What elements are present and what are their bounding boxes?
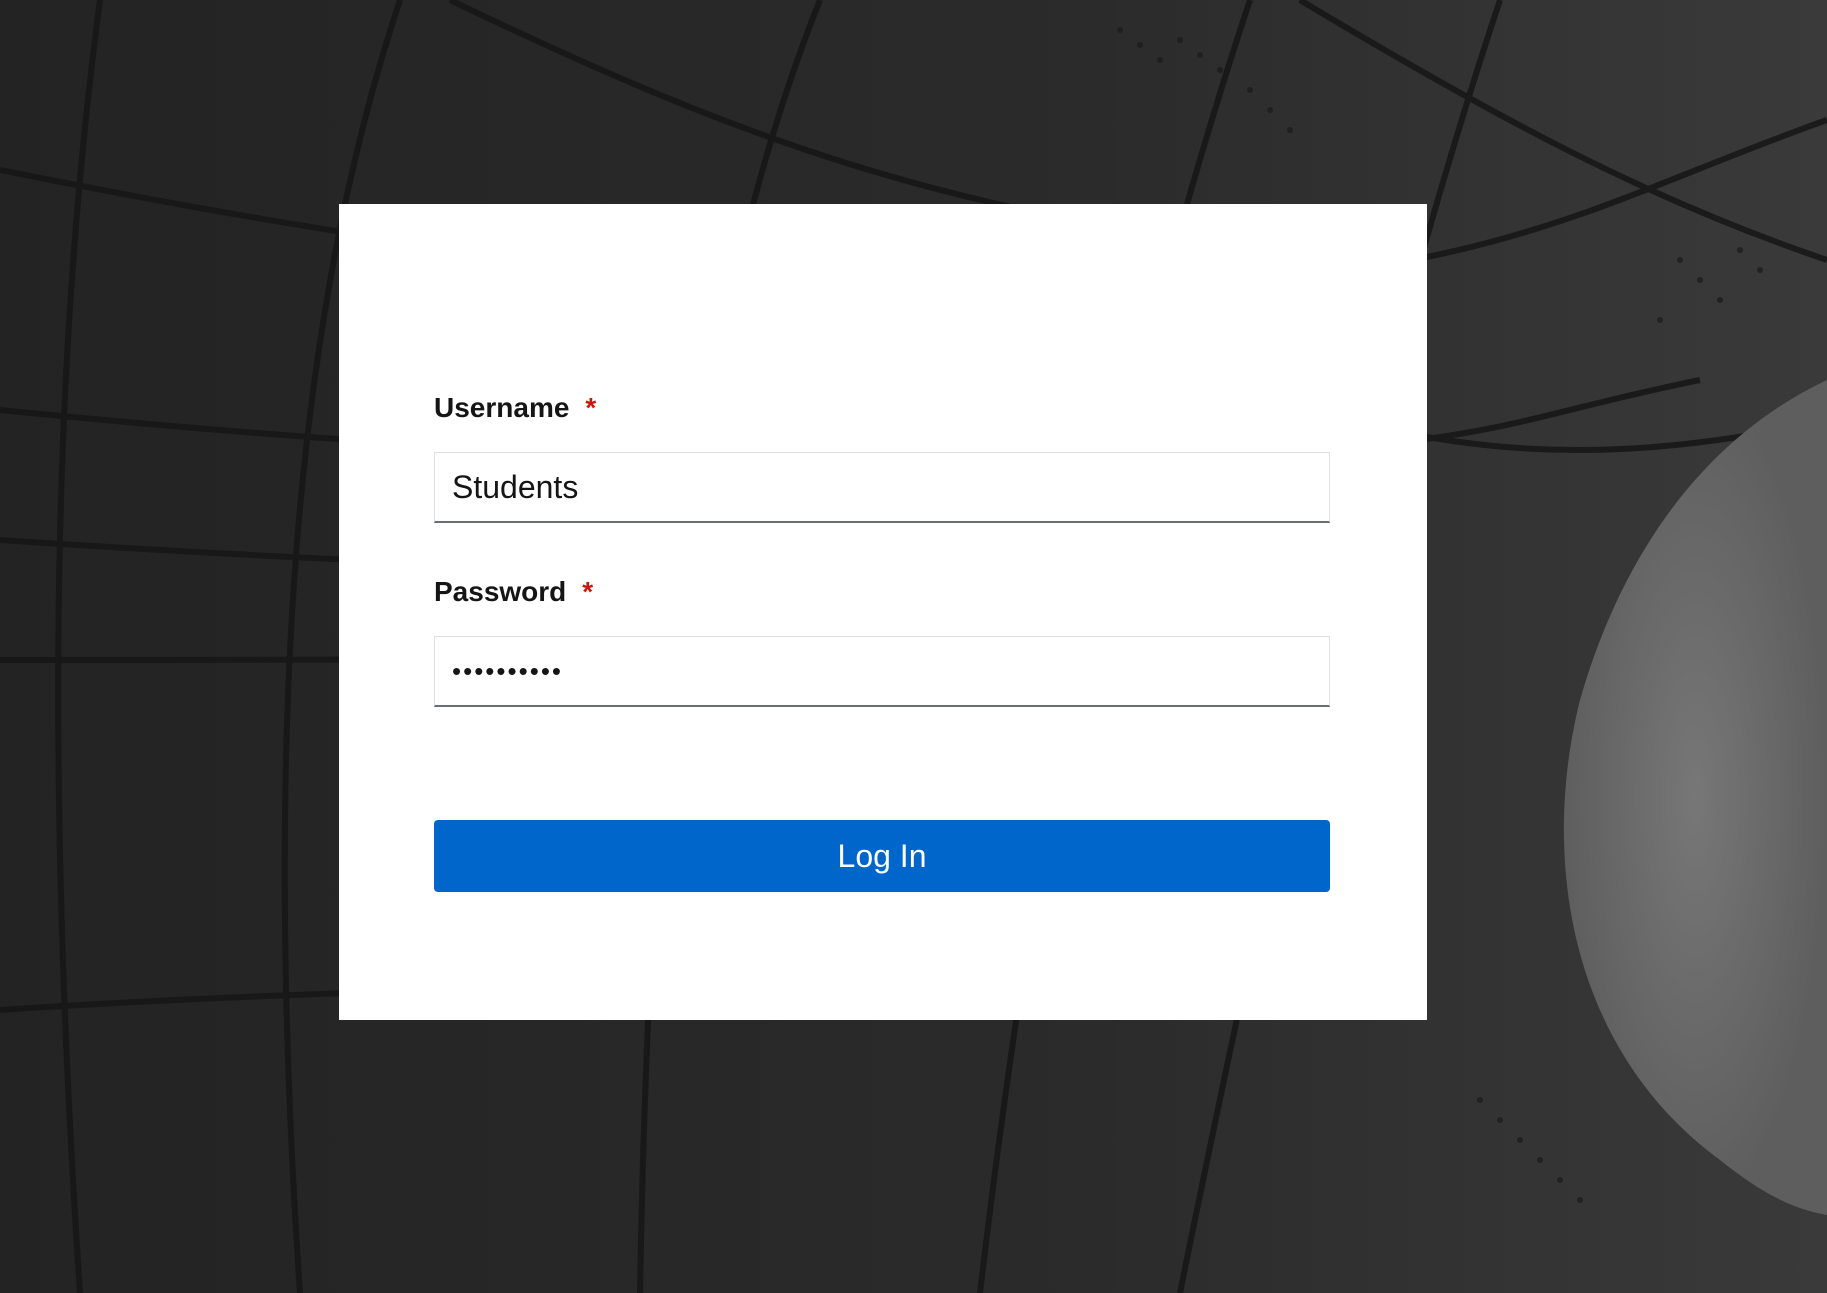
username-input-value: Students bbox=[452, 468, 579, 505]
password-input[interactable]: •••••••••• bbox=[434, 636, 1330, 707]
login-page: Username * Students Password * •••••••••… bbox=[0, 0, 1827, 1293]
password-label-text: Password bbox=[434, 576, 567, 607]
username-label: Username * bbox=[434, 392, 596, 424]
login-card: Username * Students Password * •••••••••… bbox=[339, 204, 1427, 1020]
password-input-value: •••••••••• bbox=[452, 655, 564, 686]
username-input[interactable]: Students bbox=[434, 452, 1330, 523]
login-button[interactable]: Log In bbox=[434, 820, 1330, 892]
username-label-text: Username bbox=[434, 392, 570, 423]
password-required-marker: * bbox=[582, 576, 594, 607]
password-label: Password * bbox=[434, 576, 593, 608]
username-required-marker: * bbox=[585, 392, 597, 423]
